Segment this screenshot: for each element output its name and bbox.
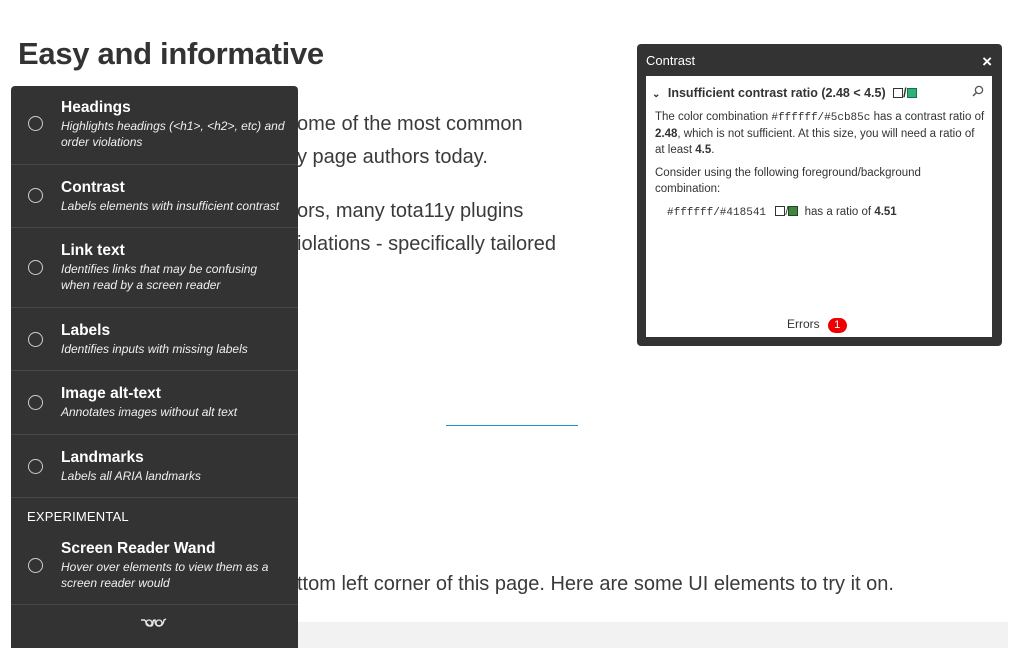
suggested-ratio: 4.51: [874, 206, 897, 218]
plugin-name: Labels: [61, 322, 111, 339]
plugin-headings[interactable]: Headings Highlights headings (<h1>, <h2>…: [11, 86, 298, 165]
magnifier-icon[interactable]: [972, 85, 984, 100]
errors-label: Errors: [787, 317, 820, 331]
suggested-combination: #ffffff/#418541 / has a ratio of 4.51: [667, 206, 897, 219]
plugin-description: Identifies inputs with missing labels: [61, 342, 248, 356]
close-icon[interactable]: ×: [982, 52, 992, 72]
radio-screen-reader-wand[interactable]: [28, 558, 43, 573]
plugin-name: Image alt-text: [61, 385, 161, 402]
plugins-line-1: ors, many tota11y plugins: [297, 200, 524, 222]
plugin-description: Hover over elements to view them as a sc…: [61, 560, 269, 590]
instructions-paragraph: ttom left corner of this page. Here are …: [297, 573, 894, 595]
panel-body: ⌄ Insufficient contrast ratio (2.48 < 4.…: [646, 76, 992, 337]
contrast-info-panel: Contrast × ⌄ Insufficient contrast ratio…: [637, 44, 1002, 346]
plugin-name: Contrast: [61, 179, 125, 196]
experimental-heading: EXPERIMENTAL: [27, 509, 129, 524]
radio-headings[interactable]: [28, 116, 43, 131]
suggested-background-swatch: [788, 206, 799, 216]
tota11y-sidebar: Headings Highlights headings (<h1>, <h2>…: [11, 86, 298, 648]
suggested-colors: #ffffff/#418541: [667, 207, 767, 219]
plugin-description: Labels elements with insufficient contra…: [61, 199, 280, 213]
foreground-swatch: [893, 88, 904, 98]
glasses-icon[interactable]: [139, 616, 167, 635]
plugin-name: Link text: [61, 242, 125, 259]
radio-labels[interactable]: [28, 332, 43, 347]
intro-line-1: ome of the most common: [297, 113, 523, 135]
plugin-description: Identifies links that may be confusing w…: [61, 262, 258, 292]
plugin-image-alt-text[interactable]: Image alt-text Annotates images without …: [11, 371, 298, 435]
radio-landmarks[interactable]: [28, 459, 43, 474]
intro-line-2: y page authors today.: [297, 146, 488, 168]
plugins-line-2: iolations - specifically tailored: [297, 233, 557, 255]
plugin-link-text[interactable]: Link text Identifies links that may be c…: [11, 228, 298, 308]
plugin-landmarks[interactable]: Landmarks Labels all ARIA landmarks: [11, 435, 298, 498]
plugin-description: Annotates images without alt text: [61, 405, 238, 419]
plugin-name: Screen Reader Wand: [61, 540, 216, 557]
chevron-down-icon: ⌄: [652, 89, 661, 100]
plugin-contrast[interactable]: Contrast Labels elements with insufficie…: [11, 165, 298, 228]
intro-paragraph: ome of the most common y page authors to…: [297, 108, 523, 174]
plugin-name: Landmarks: [61, 449, 144, 466]
suggested-foreground-swatch: [775, 206, 786, 216]
radio-contrast[interactable]: [28, 188, 43, 203]
link-underline[interactable]: [446, 425, 578, 426]
radio-image-alt-text[interactable]: [28, 395, 43, 410]
panel-title: Contrast: [646, 53, 696, 68]
suggestion-intro: Consider using the following foreground/…: [655, 167, 921, 195]
plugins-paragraph: ors, many tota11y plugins iolations - sp…: [297, 195, 556, 261]
radio-link-text[interactable]: [28, 260, 43, 275]
plugin-name: Headings: [61, 99, 131, 116]
demo-area: [298, 622, 1008, 648]
color-combination: #ffffff/#5cb85c: [771, 112, 871, 124]
errors-summary[interactable]: Errors 1: [787, 317, 847, 333]
issue-heading-text: Insufficient contrast ratio (2.48 < 4.5): [667, 86, 886, 100]
page-title: Easy and informative: [18, 36, 324, 71]
plugin-description: Highlights headings (<h1>, <h2>, etc) an…: [61, 119, 285, 149]
error-count-badge: 1: [827, 318, 847, 333]
required-ratio: 4.5: [695, 144, 712, 156]
plugin-description: Labels all ARIA landmarks: [61, 469, 201, 483]
plugin-screen-reader-wand[interactable]: Screen Reader Wand Hover over elements t…: [11, 529, 298, 605]
current-ratio: 2.48: [655, 128, 678, 140]
background-swatch: [906, 88, 917, 98]
issue-heading[interactable]: ⌄ Insufficient contrast ratio (2.48 < 4.…: [652, 86, 917, 100]
plugin-labels[interactable]: Labels Identifies inputs with missing la…: [11, 308, 298, 371]
issue-description: The color combination #ffffff/#5cb85c ha…: [655, 111, 985, 156]
